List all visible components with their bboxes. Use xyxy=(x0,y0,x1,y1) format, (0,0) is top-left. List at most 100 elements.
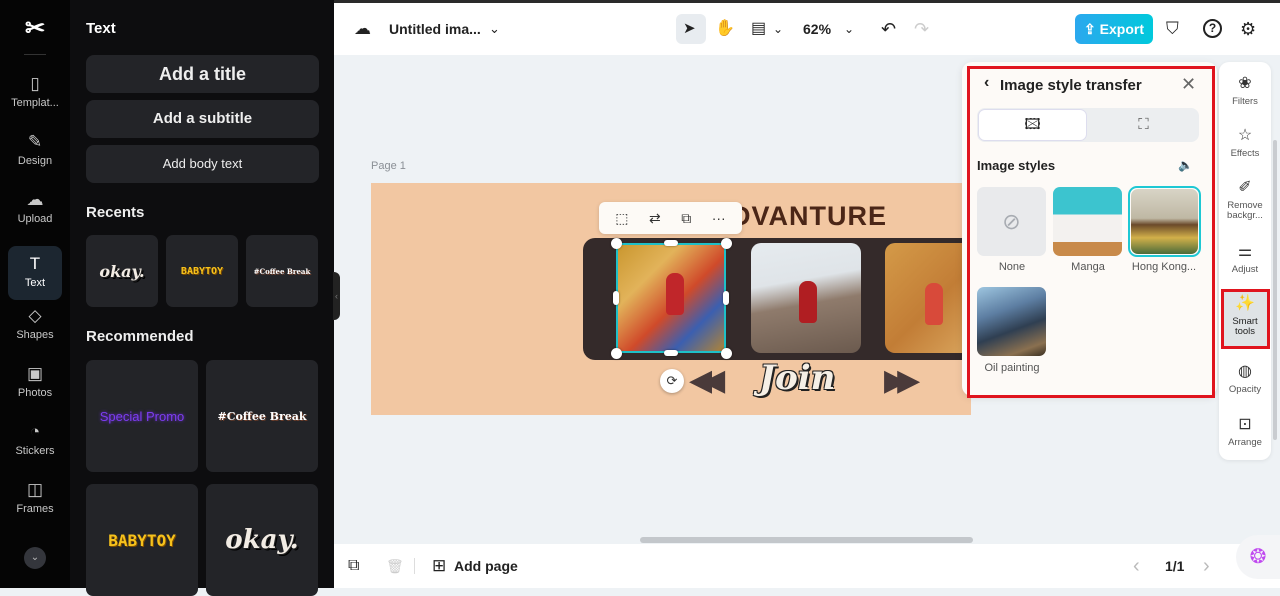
redo-icon[interactable]: ↷ xyxy=(914,3,929,55)
resize-handle[interactable] xyxy=(723,291,729,305)
document-name[interactable]: Untitled ima... xyxy=(389,3,481,55)
style-label: None xyxy=(998,261,1026,273)
back-icon[interactable]: ‹ xyxy=(984,74,989,92)
duplicate-page-icon[interactable]: ⧉ xyxy=(348,544,359,588)
rail-item-shapes[interactable]: ◇ Shapes xyxy=(8,298,62,352)
rail-item-upload[interactable]: ☁ Upload xyxy=(8,182,62,236)
style-option-oil-painting[interactable] xyxy=(977,287,1046,356)
style-option-manga[interactable] xyxy=(1053,187,1122,256)
rail-item-stickers[interactable]: ◔ Stickers xyxy=(8,414,62,468)
effects-icon: ☆ xyxy=(1237,127,1253,144)
resize-handle[interactable] xyxy=(721,348,732,359)
horizontal-scrollbar[interactable] xyxy=(640,537,973,543)
tile-label: okay. xyxy=(99,261,145,281)
undo-icon[interactable]: ↶ xyxy=(881,3,896,55)
photos-icon: ▣ xyxy=(26,364,44,383)
photo-climber-3[interactable] xyxy=(885,243,971,353)
collapse-panel-handle[interactable]: ‹ xyxy=(333,272,340,320)
shield-icon[interactable]: ⛉ xyxy=(1166,3,1179,55)
recent-text-okay[interactable]: okay. xyxy=(86,235,158,307)
chevron-down-icon[interactable]: ⌄ xyxy=(773,3,783,55)
tab-portrait-style[interactable]: ⛶ xyxy=(1089,109,1198,141)
capcut-logo-icon[interactable]: ✂ xyxy=(22,16,48,42)
recommended-special-promo[interactable]: Special Promo xyxy=(86,360,198,472)
recommended-babytoy[interactable]: BABYTOY xyxy=(86,484,198,596)
headline-text[interactable]: DVANTURE xyxy=(731,201,887,232)
rail-label: Stickers xyxy=(15,445,55,457)
rail-item-frames[interactable]: ◫ Frames xyxy=(8,472,62,526)
rail-label: Templat... xyxy=(11,97,59,109)
chevron-down-icon[interactable]: ⌄ xyxy=(489,3,500,55)
help-icon[interactable]: ? xyxy=(1203,19,1222,38)
join-text[interactable]: Join xyxy=(759,358,835,398)
left-rail: ✂ ▯ Templat... ✎ Design ☁ Upload T Text ◇ Sha… xyxy=(0,0,70,588)
add-page-icon[interactable]: ⊞ xyxy=(432,544,446,588)
recommended-coffee-break[interactable]: #Coffee Break xyxy=(206,360,318,472)
trash-icon[interactable]: 🗑 xyxy=(386,544,404,588)
selection-frame xyxy=(616,243,726,353)
resize-handle[interactable] xyxy=(613,291,619,305)
chevron-down-icon[interactable]: ⌄ xyxy=(844,3,854,55)
hand-icon[interactable]: ✋ xyxy=(715,3,735,55)
add-title-button[interactable]: Add a title xyxy=(86,55,319,93)
rail-item-templates[interactable]: ▯ Templat... xyxy=(8,66,62,120)
resize-handle[interactable] xyxy=(664,240,678,246)
rt-item-remove-background[interactable]: ✐ Remove backgr... xyxy=(1219,178,1271,221)
rt-label: Filters xyxy=(1232,96,1258,107)
recommended-okay[interactable]: okay. xyxy=(206,484,318,596)
ai-assistant-brain-icon[interactable]: ❂ xyxy=(1236,535,1280,579)
resize-handle[interactable] xyxy=(611,238,622,249)
frames-icon: ◫ xyxy=(26,480,44,499)
settings-icon[interactable]: ⚙ xyxy=(1240,3,1256,55)
forward-icon[interactable]: ▶▶ xyxy=(884,363,920,398)
style-option-hong-kong[interactable] xyxy=(1128,186,1201,257)
image-style-transfer-panel: ‹ Image style transfer ✕ 🖾 ⛶ Image style… xyxy=(962,62,1217,396)
recent-text-coffee-break[interactable]: #Coffee Break xyxy=(246,235,318,307)
text-panel: Text Add a title Add a subtitle Add body… xyxy=(70,0,334,596)
cloud-saved-icon[interactable]: ☁ xyxy=(354,3,371,55)
panel-title: Text xyxy=(86,20,116,37)
duplicate-icon[interactable]: ⧉ xyxy=(681,210,691,227)
photo-climber-2[interactable] xyxy=(751,243,861,353)
add-page-button[interactable]: Add page xyxy=(454,544,518,588)
rt-item-filters[interactable]: ❀ Filters xyxy=(1219,74,1271,107)
chevron-down-icon[interactable]: ⌄ xyxy=(24,547,46,569)
replace-icon[interactable]: ⇄ xyxy=(649,210,661,227)
portrait-style-icon: ⛶ xyxy=(1138,116,1149,133)
rt-item-opacity[interactable]: ◍ Opacity xyxy=(1219,362,1271,395)
close-icon[interactable]: ✕ xyxy=(1181,74,1196,95)
layout-icon[interactable]: ▤ xyxy=(751,3,766,55)
speaker-icon[interactable]: 🔈 xyxy=(1178,158,1193,172)
smart-crop-icon[interactable]: ⬚ xyxy=(615,210,628,227)
vertical-scrollbar[interactable] xyxy=(1273,140,1277,440)
bottom-bar: ⧉ 🗑 ⊞ Add page ‹ 1/1 › xyxy=(334,544,1280,588)
recent-text-babytoy[interactable]: BABYTOY xyxy=(166,235,238,307)
image-style-icon: 🖾 xyxy=(1024,116,1041,133)
rail-item-text[interactable]: T Text xyxy=(8,246,62,300)
zoom-level[interactable]: 62% xyxy=(803,3,831,55)
more-icon[interactable]: ··· xyxy=(712,210,726,226)
rt-item-effects[interactable]: ☆ Effects xyxy=(1219,126,1271,159)
image-styles-heading: Image styles xyxy=(977,158,1056,173)
rail-item-photos[interactable]: ▣ Photos xyxy=(8,356,62,410)
resize-handle[interactable] xyxy=(721,238,732,249)
add-body-text-button[interactable]: Add body text xyxy=(86,145,319,183)
tab-image-style[interactable]: 🖾 xyxy=(978,109,1087,141)
resize-handle[interactable] xyxy=(664,350,678,356)
style-option-none[interactable]: ⊘ xyxy=(977,187,1046,256)
rt-item-smart-tools[interactable]: ✨ Smart tools xyxy=(1219,294,1271,337)
export-button[interactable]: ⇪ Export xyxy=(1075,14,1153,44)
rewind-icon[interactable]: ◀◀ xyxy=(689,363,725,398)
filters-icon: ❀ xyxy=(1238,75,1252,92)
pointer-icon[interactable]: ➤ xyxy=(683,3,696,55)
page-label: Page 1 xyxy=(371,160,406,172)
logo-divider xyxy=(24,54,46,55)
rotate-handle-icon[interactable]: ⟳ xyxy=(660,369,684,393)
rail-item-design[interactable]: ✎ Design xyxy=(8,124,62,178)
resize-handle[interactable] xyxy=(611,348,622,359)
add-subtitle-button[interactable]: Add a subtitle xyxy=(86,100,319,138)
rt-item-arrange[interactable]: ⊡ Arrange xyxy=(1219,415,1271,448)
rt-item-adjust[interactable]: ⚌ Adjust xyxy=(1219,242,1271,275)
next-page-icon[interactable]: › xyxy=(1203,544,1210,588)
prev-page-icon[interactable]: ‹ xyxy=(1133,544,1140,588)
